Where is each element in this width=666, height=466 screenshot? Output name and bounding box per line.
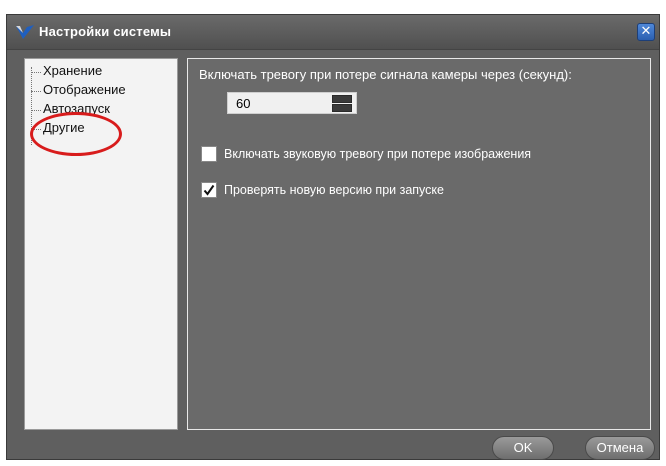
sound-alarm-option[interactable]: Включать звуковую тревогу при потере изо… [201, 145, 621, 165]
settings-tree: Хранение Отображение Автозапуск Другие [24, 58, 178, 430]
spin-up-button[interactable] [332, 95, 352, 103]
window-title: Настройки системы [39, 24, 172, 39]
alarm-timeout-spinbox[interactable]: 60 [227, 92, 357, 114]
sound-alarm-checkbox[interactable] [201, 146, 217, 162]
close-icon: ✕ [640, 24, 652, 39]
settings-panel: Включать тревогу при потере сигнала каме… [187, 58, 651, 430]
check-version-checkbox[interactable] [201, 182, 217, 198]
checkmark-icon [203, 184, 215, 196]
sound-alarm-label: Включать звуковую тревогу при потере изо… [224, 147, 532, 161]
spin-down-button[interactable] [332, 104, 352, 112]
settings-dialog: Настройки системы ✕ Хранение Отображение… [6, 14, 660, 460]
title-bar: Настройки системы ✕ [7, 15, 659, 50]
close-button[interactable]: ✕ [637, 23, 655, 41]
ok-button[interactable]: OK [492, 436, 554, 460]
cancel-button[interactable]: Отмена [585, 436, 655, 460]
check-version-label: Проверять новую версию при запуске [224, 183, 444, 197]
highlight-annotation-ellipse [30, 112, 122, 156]
app-logo-icon [16, 25, 34, 39]
check-version-option[interactable]: Проверять новую версию при запуске [201, 181, 501, 201]
alarm-timeout-value[interactable]: 60 [236, 96, 250, 111]
tree-item-label: Хранение [43, 63, 103, 78]
tree-item-label: Отображение [43, 82, 126, 97]
alarm-timeout-label: Включать тревогу при потере сигнала каме… [199, 67, 572, 82]
